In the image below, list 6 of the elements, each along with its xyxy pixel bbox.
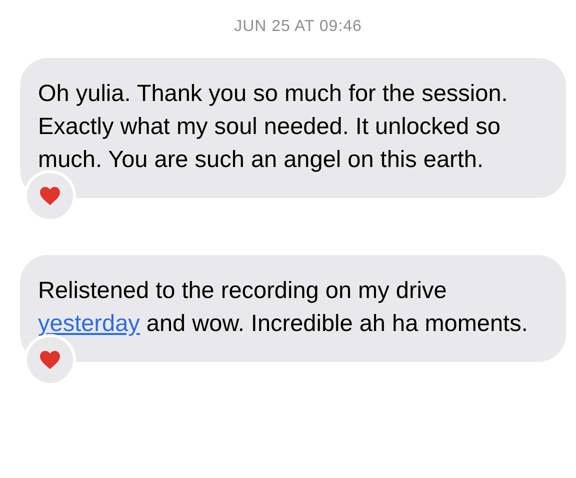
message-text: Oh yulia. Thank you so much for the session. Exactly what my soul needed. It unlocked so much. You are such an angel on this earth.	[38, 79, 509, 174]
heart-icon	[39, 350, 61, 370]
timestamp: JUN 25 AT 09:46	[234, 18, 362, 36]
message-text: Relistened to the recording on my drive yesterday and wow. Incredible ah ha moments.	[38, 276, 529, 338]
heart-icon	[39, 186, 61, 206]
link[interactable]: yesterday	[38, 310, 140, 336]
